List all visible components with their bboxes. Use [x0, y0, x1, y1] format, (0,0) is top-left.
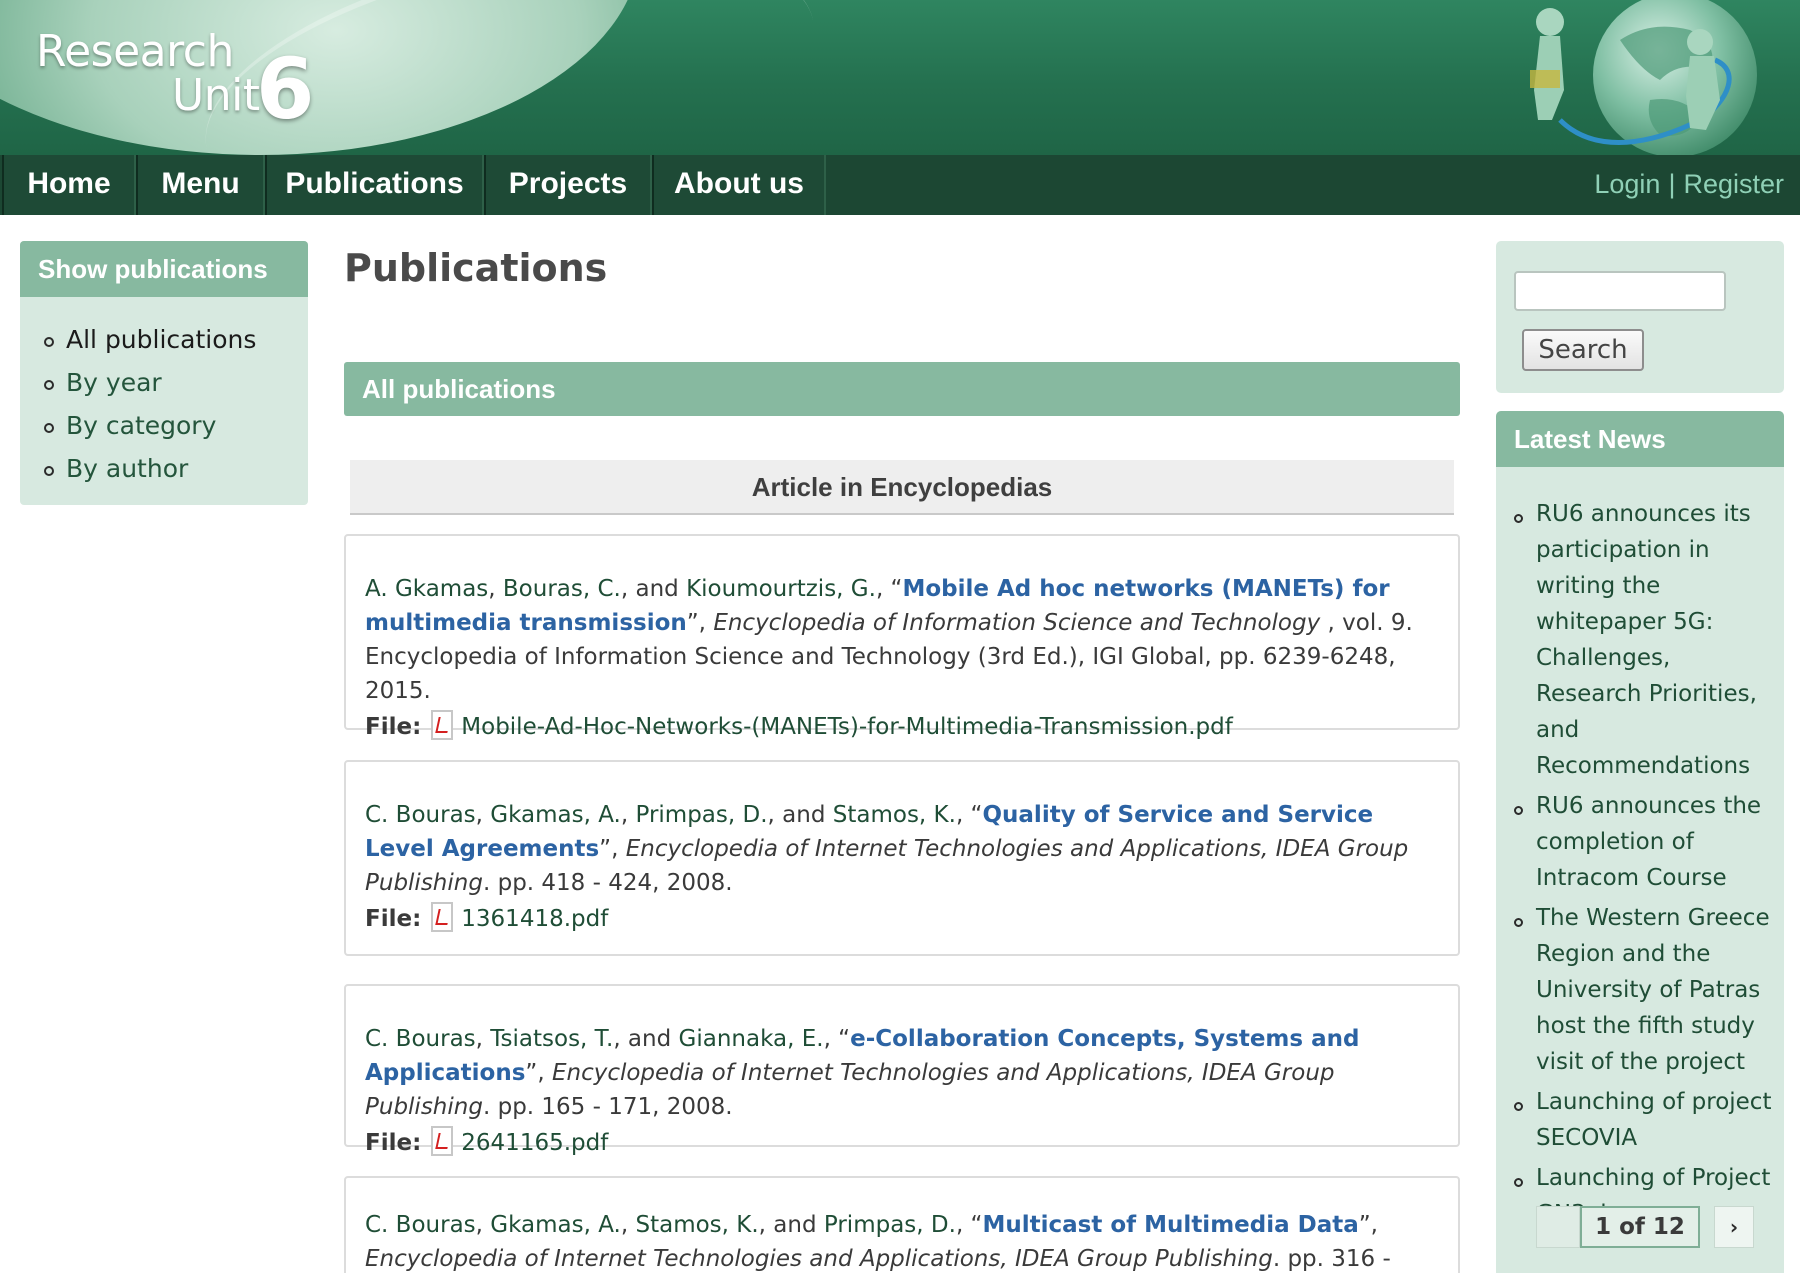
logo-text-unit: Unit — [172, 70, 260, 121]
publication-entry: C. Bouras, Gkamas, A., Stamos, K., and P… — [344, 1176, 1460, 1273]
pager-current-page: 1 of 12 — [1580, 1206, 1700, 1248]
globe-people-illustration — [1530, 0, 1757, 155]
publication-entry: C. Bouras, Tsiatsos, T., and Giannaka, E… — [344, 984, 1460, 1156]
filter-by-author[interactable]: By author — [44, 452, 308, 495]
publication-title-link[interactable]: Multicast of Multimedia Data — [982, 1212, 1358, 1238]
nav-home[interactable]: Home — [2, 155, 136, 215]
login-link[interactable]: Login — [1594, 169, 1660, 199]
news-item[interactable]: RU6 announces the completion of Intracom… — [1514, 788, 1774, 896]
site-header: Research Unit 6 — [0, 0, 1800, 155]
register-link[interactable]: Register — [1683, 169, 1784, 199]
publication-source: Encyclopedia of Information Science and … — [713, 610, 1321, 636]
pager-previous-button — [1536, 1206, 1580, 1248]
publication-details: . pp. 165 - 171, 2008. — [482, 1094, 733, 1120]
author-link[interactable]: Primpas, D. — [635, 802, 767, 828]
news-item[interactable]: The Western Greece Region and the Univer… — [1514, 900, 1774, 1080]
publication-entry: C. Bouras, Gkamas, A., Primpas, D., and … — [344, 760, 1460, 956]
citation: A. Gkamas, Bouras, C., and Kioumourtzis,… — [365, 576, 1413, 704]
nav-publications[interactable]: Publications — [265, 155, 484, 215]
pdf-file-icon — [431, 902, 454, 932]
file-row: File: Mobile-Ad-Hoc-Networks-(MANETs)-for… — [365, 710, 1440, 748]
author-link[interactable]: C. Bouras — [365, 1026, 476, 1052]
latest-news-block: Latest News RU6 announces its participat… — [1496, 411, 1784, 1273]
author-link[interactable]: C. Bouras — [365, 802, 476, 828]
search-input[interactable] — [1514, 271, 1726, 311]
category-header: Article in Encyclopedias — [350, 460, 1454, 515]
author-link[interactable]: C. Bouras — [365, 1212, 476, 1238]
news-item[interactable]: RU6 announces its participation in writi… — [1514, 496, 1774, 784]
main-navigation: Home Menu Publications Projects About us… — [0, 155, 1800, 215]
auth-separator: | — [1668, 169, 1676, 199]
citation: C. Bouras, Gkamas, A., Stamos, K., and P… — [365, 1208, 1440, 1273]
site-logo[interactable]: Research Unit 6 — [36, 26, 326, 138]
nav-about-us[interactable]: About us — [652, 155, 826, 215]
page-title: Publications — [344, 246, 608, 290]
publication-source: Encyclopedia of Internet Technologies an… — [365, 1246, 1273, 1272]
pdf-file-link[interactable]: 1361418.pdf — [461, 906, 608, 932]
show-publications-title: Show publications — [20, 241, 308, 297]
filter-all-publications[interactable]: All publications — [44, 323, 308, 366]
author-link[interactable]: Gkamas, A. — [490, 1212, 621, 1238]
file-label: File: — [365, 1130, 422, 1156]
publication-filter-list: All publications By year By category By … — [20, 297, 308, 495]
author-link[interactable]: Giannaka, E. — [679, 1026, 824, 1052]
show-publications-block: Show publications All publications By ye… — [20, 241, 308, 505]
search-button[interactable]: Search — [1522, 329, 1644, 371]
filter-by-category[interactable]: By category — [44, 409, 308, 452]
logo-digit-six: 6 — [256, 40, 315, 138]
pager-next-arrow[interactable]: › — [1714, 1206, 1754, 1248]
publication-details: . pp. 418 - 424, 2008. — [482, 870, 733, 896]
author-link[interactable]: Gkamas, A. — [490, 802, 621, 828]
search-block: Search — [1496, 241, 1784, 393]
author-link[interactable]: Stamos, K. — [635, 1212, 758, 1238]
author-link[interactable]: Primpas, D. — [824, 1212, 956, 1238]
latest-news-title: Latest News — [1496, 411, 1784, 467]
citation: C. Bouras, Gkamas, A., Primpas, D., and … — [365, 802, 1409, 896]
pdf-file-link[interactable]: Mobile-Ad-Hoc-Networks-(MANETs)-for-Mult… — [461, 714, 1233, 740]
auth-links: Login | Register — [1594, 155, 1784, 215]
pdf-file-icon — [431, 1126, 454, 1156]
all-publications-header: All publications — [344, 362, 1460, 416]
citation: C. Bouras, Tsiatsos, T., and Giannaka, E… — [365, 1026, 1360, 1120]
file-label: File: — [365, 714, 422, 740]
file-row: File: 1361418.pdf — [365, 902, 1440, 940]
news-list: RU6 announces its participation in writi… — [1496, 467, 1784, 1232]
publication-entry: A. Gkamas, Bouras, C., and Kioumourtzis,… — [344, 534, 1460, 740]
nav-menu[interactable]: Menu — [136, 155, 265, 215]
pdf-file-link[interactable]: 2641165.pdf — [461, 1130, 608, 1156]
author-link[interactable]: Tsiatsos, T. — [490, 1026, 613, 1052]
filter-by-year[interactable]: By year — [44, 366, 308, 409]
author-link[interactable]: Kioumourtzis, G. — [686, 576, 876, 602]
file-row: File: 2641165.pdf — [365, 1126, 1440, 1164]
file-label: File: — [365, 906, 422, 932]
author-link[interactable]: Stamos, K. — [833, 802, 956, 828]
pdf-file-icon — [431, 710, 454, 740]
nav-projects[interactable]: Projects — [484, 155, 652, 215]
author-link[interactable]: A. Gkamas — [365, 576, 488, 602]
author-link[interactable]: Bouras, C. — [503, 576, 621, 602]
news-item[interactable]: Launching of project SECOVIA — [1514, 1084, 1774, 1156]
